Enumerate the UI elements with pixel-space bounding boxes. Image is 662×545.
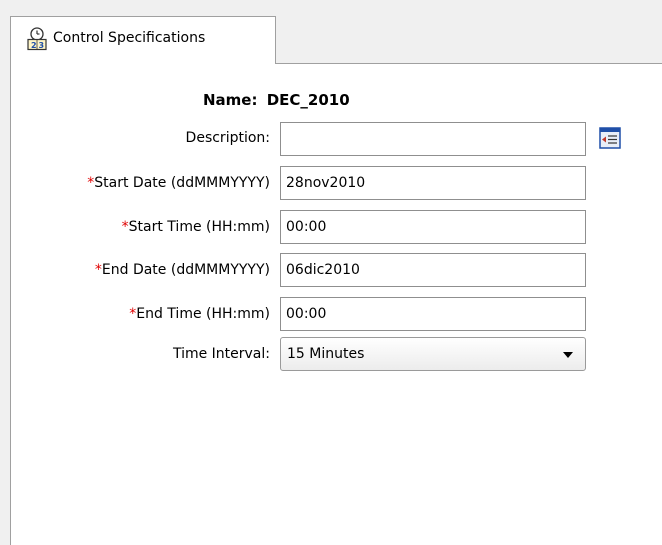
end-date-field[interactable] <box>280 253 586 287</box>
name-value: DEC_2010 <box>266 91 350 109</box>
end-time-label: *End Time (HH:mm) <box>129 306 270 322</box>
required-mark: * <box>121 219 129 235</box>
svg-text:3: 3 <box>39 41 45 50</box>
svg-text:2: 2 <box>31 41 37 50</box>
time-interval-select[interactable]: 15 Minutes <box>280 337 586 371</box>
tab-label: Control Specifications <box>53 30 206 46</box>
control-specifications-window: 2 3 Control Specifications Name: DEC_201… <box>0 0 662 545</box>
description-label: Description: <box>185 130 270 146</box>
required-mark: * <box>94 262 102 278</box>
tab-control-specifications[interactable]: 2 3 Control Specifications <box>10 16 276 64</box>
name-row: Name: DEC_2010 <box>203 91 350 109</box>
time-interval-label: Time Interval: <box>172 346 270 362</box>
start-time-field[interactable] <box>280 210 586 244</box>
control-spec-clock-icon: 2 3 <box>26 27 48 51</box>
tab-strip: 2 3 Control Specifications <box>0 0 662 65</box>
chevron-down-icon[interactable] <box>563 352 573 358</box>
start-date-field[interactable] <box>280 166 586 200</box>
end-date-label: *End Date (ddMMMYYYY) <box>94 262 270 278</box>
time-interval-value: 15 Minutes <box>287 346 365 362</box>
end-time-field[interactable] <box>280 297 586 331</box>
editor-icon[interactable] <box>599 127 621 149</box>
name-label: Name: <box>203 91 258 109</box>
description-field[interactable] <box>280 122 586 156</box>
start-time-label: *Start Time (HH:mm) <box>121 219 270 235</box>
start-date-label: *Start Date (ddMMMYYYY) <box>87 175 270 191</box>
